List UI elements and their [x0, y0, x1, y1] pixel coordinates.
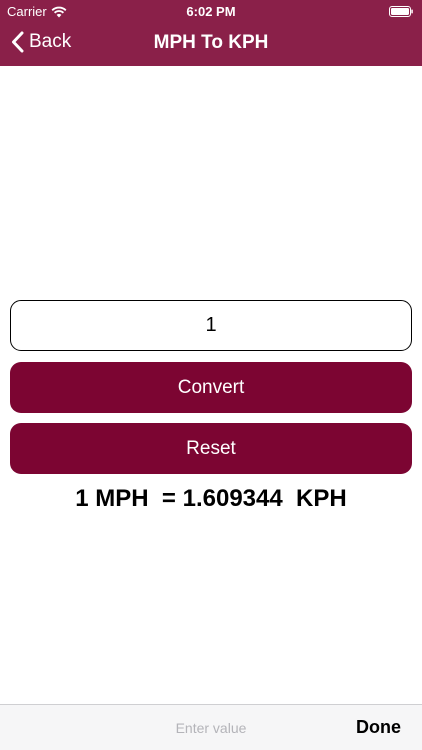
convert-button-label: Convert	[177, 376, 245, 398]
keyboard-accessory-bar: Enter value Done	[0, 704, 422, 750]
convert-button[interactable]: Convert	[10, 362, 412, 413]
reset-button[interactable]: Reset	[10, 423, 412, 474]
navigation-bar: Back MPH To KPH	[0, 22, 422, 66]
done-button[interactable]: Done	[356, 717, 401, 738]
status-bar: Carrier 6:02 PM	[0, 0, 422, 22]
app-screen: Carrier 6:02 PM Back MPH To KPH 1 Conver…	[0, 0, 422, 750]
battery-icon	[389, 6, 413, 17]
conversion-result: 1 MPH = 1.609344 KPH	[75, 485, 347, 512]
value-input[interactable]	[10, 300, 412, 351]
page-title: MPH To KPH	[153, 32, 269, 53]
status-time: 6:02 PM	[186, 4, 236, 19]
reset-button-label: Reset	[186, 437, 236, 459]
header: Carrier 6:02 PM Back MPH To KPH	[0, 0, 422, 66]
